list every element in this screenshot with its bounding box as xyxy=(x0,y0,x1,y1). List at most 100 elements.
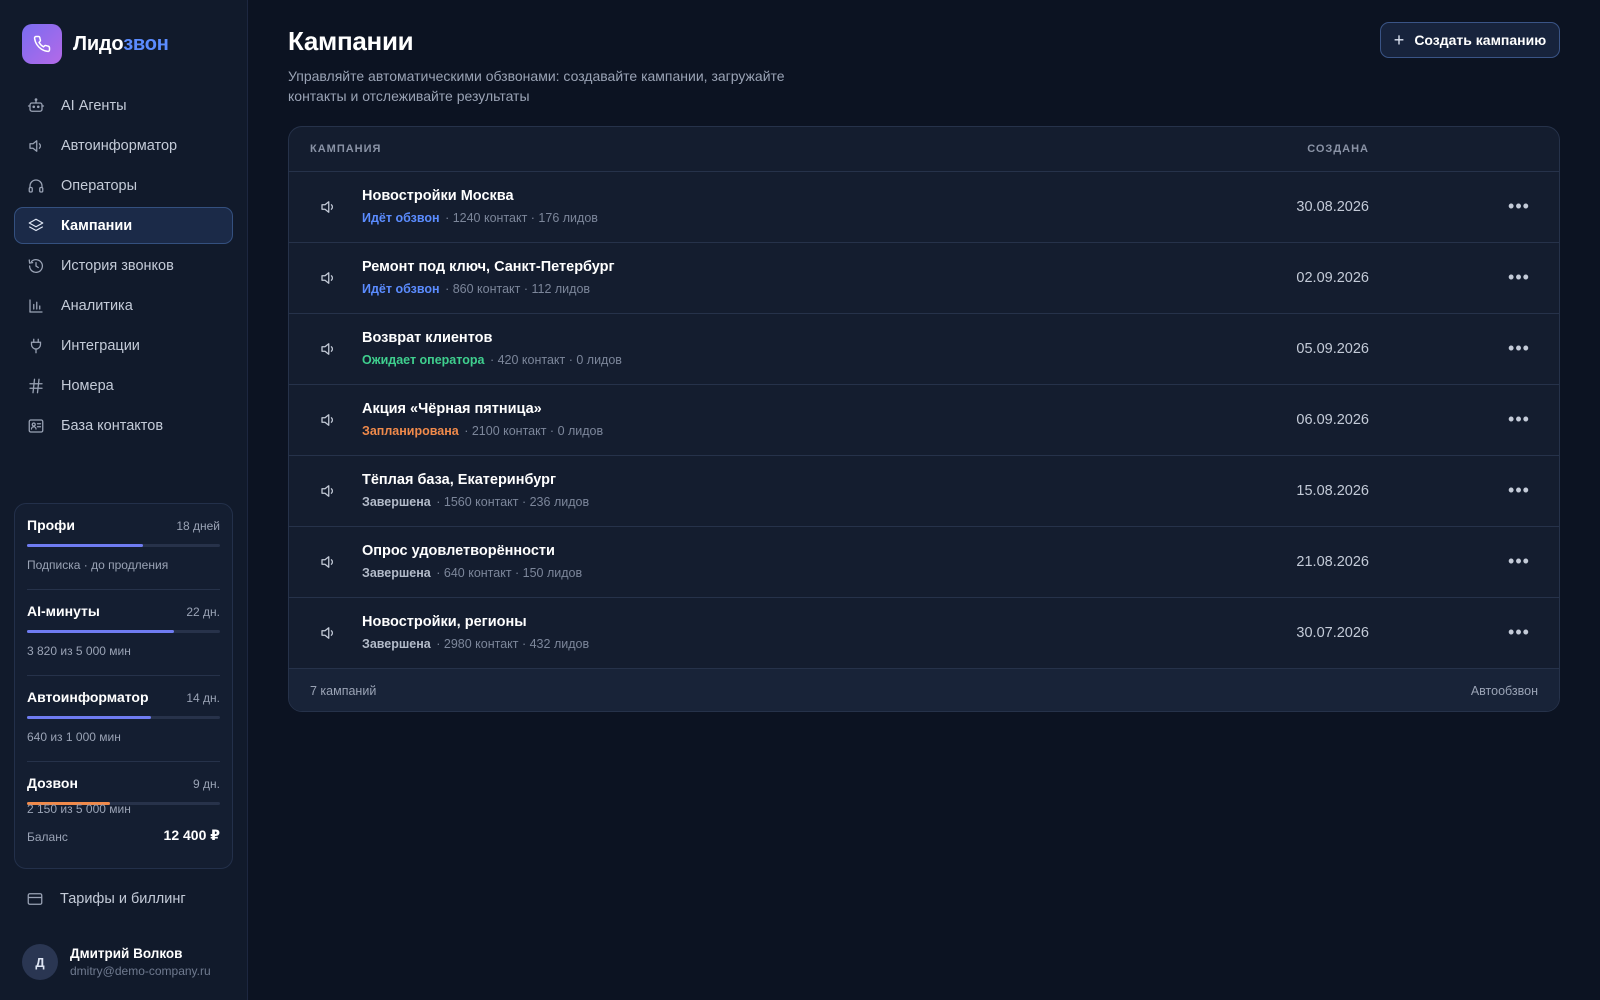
campaign-name: Новостройки Москва xyxy=(362,188,514,204)
usage-ai-minutes: AI-минуты 22 дн. 3 820 из 5 000 мин xyxy=(27,590,220,676)
more-options-icon[interactable]: ••• xyxy=(1507,620,1531,644)
table-row[interactable]: Возврат клиентов Ожидает оператора · 420… xyxy=(289,314,1559,385)
table-row[interactable]: Ремонт под ключ, Санкт-Петербург Идёт об… xyxy=(289,243,1559,314)
campaign-created-date: 06.09.2026 xyxy=(1296,412,1369,428)
sidebar-item-billing[interactable]: Тарифы и биллинг xyxy=(14,880,233,917)
campaign-status: Завершена xyxy=(362,566,431,580)
robot-icon xyxy=(26,96,46,116)
sidebar: Лидозвон AI Агенты Автоинформатор Операт… xyxy=(0,0,248,1000)
phone-logo-icon xyxy=(22,24,62,64)
page-title: Кампании xyxy=(288,26,414,56)
table-row[interactable]: Тёплая база, Екатеринбург Завершена · 15… xyxy=(289,456,1559,527)
contact-card-icon xyxy=(26,416,46,436)
usage-name: Профи xyxy=(27,517,76,533)
usage-days: 14 дн. xyxy=(186,691,220,705)
campaign-created-date: 02.09.2026 xyxy=(1296,270,1369,286)
sidebar-item-label: Интеграции xyxy=(61,337,140,354)
campaign-created-date: 15.08.2026 xyxy=(1296,483,1369,499)
sidebar-item-label: История звонков xyxy=(61,257,174,274)
more-options-icon[interactable]: ••• xyxy=(1507,549,1531,573)
speaker-icon xyxy=(26,136,46,156)
campaign-created-date: 21.08.2026 xyxy=(1296,554,1369,570)
sidebar-item-label: Аналитика xyxy=(61,297,133,314)
brand[interactable]: Лидозвон xyxy=(22,24,169,64)
sidebar-item-integrations[interactable]: Интеграции xyxy=(14,327,233,364)
user-name: Дмитрий Волков xyxy=(70,946,183,961)
more-options-icon[interactable]: ••• xyxy=(1507,407,1531,431)
speaker-icon xyxy=(319,411,337,429)
speaker-icon xyxy=(319,482,337,500)
create-campaign-button[interactable]: + Создать кампанию xyxy=(1380,22,1560,58)
campaign-stats: · 420 контакт · 0 лидов xyxy=(489,353,622,367)
history-icon xyxy=(26,256,46,276)
credit-card-icon xyxy=(25,889,45,909)
campaigns-table: КАМПАНИЯ СОЗДАНА Новостройки Москва Идёт… xyxy=(288,126,1560,712)
sidebar-item-analytics[interactable]: Аналитика xyxy=(14,287,233,324)
more-options-icon[interactable]: ••• xyxy=(1507,194,1531,218)
sidebar-item-label: Тарифы и биллинг xyxy=(60,890,186,907)
table-row[interactable]: Новостройки Москва Идёт обзвон · 1240 ко… xyxy=(289,172,1559,243)
brand-name-part1: Лидо xyxy=(73,32,124,55)
sidebar-item-label: Операторы xyxy=(61,177,138,194)
bar-chart-icon xyxy=(26,296,46,316)
sidebar-item-call-history[interactable]: История звонков xyxy=(14,247,233,284)
table-row[interactable]: Новостройки, регионы Завершена · 2980 ко… xyxy=(289,598,1559,669)
campaign-name: Опрос удовлетворённости xyxy=(362,543,555,559)
usage-days: 9 дн. xyxy=(193,777,220,791)
usage-progress-fill xyxy=(27,630,175,633)
column-header-campaign: КАМПАНИЯ xyxy=(310,143,382,155)
more-options-icon[interactable]: ••• xyxy=(1507,336,1531,360)
table-row[interactable]: Акция «Чёрная пятница» Запланирована · 2… xyxy=(289,385,1559,456)
campaign-meta: Идёт обзвон · 1240 контакт · 176 лидов xyxy=(362,211,598,225)
speaker-icon xyxy=(319,269,337,287)
table-header: КАМПАНИЯ СОЗДАНА xyxy=(289,127,1559,172)
usage-name: AI-минуты xyxy=(27,603,100,619)
more-options-icon[interactable]: ••• xyxy=(1507,478,1531,502)
more-options-icon[interactable]: ••• xyxy=(1507,265,1531,289)
usage-progress-bar xyxy=(27,716,220,719)
layers-icon xyxy=(26,216,46,236)
sidebar-item-campaigns[interactable]: Кампании xyxy=(14,207,233,244)
sidebar-item-label: AI Агенты xyxy=(61,97,127,114)
campaign-status: Идёт обзвон xyxy=(362,211,440,225)
usage-name: Автоинформатор xyxy=(27,689,149,705)
user-info: Дмитрий Волков dmitry@demo-company.ru xyxy=(70,946,211,978)
campaign-status: Завершена xyxy=(362,495,431,509)
campaign-stats: · 640 контакт · 150 лидов xyxy=(436,566,583,580)
campaign-stats: · 2980 контакт · 432 лидов xyxy=(436,637,590,651)
campaign-meta: Завершена · 2980 контакт · 432 лидов xyxy=(362,637,589,651)
campaign-name: Возврат клиентов xyxy=(362,330,493,346)
campaign-meta: Идёт обзвон · 860 контакт · 112 лидов xyxy=(362,282,590,296)
campaign-stats: · 860 контакт · 112 лидов xyxy=(445,282,591,296)
campaign-meta: Ожидает оператора · 420 контакт · 0 лидо… xyxy=(362,353,622,367)
speaker-icon xyxy=(319,553,337,571)
campaign-stats: · 2100 контакт · 0 лидов xyxy=(464,424,604,438)
table-row[interactable]: Опрос удовлетворённости Завершена · 640 … xyxy=(289,527,1559,598)
usage-autoinformer: Автоинформатор 14 дн. 640 из 1 000 мин xyxy=(27,676,220,762)
sidebar-item-contacts[interactable]: База контактов xyxy=(14,407,233,444)
plus-icon: + xyxy=(1393,30,1405,50)
page-subtitle: Управляйте автоматическими обзвонами: со… xyxy=(288,68,785,104)
sidebar-nav: AI Агенты Автоинформатор Операторы Кампа… xyxy=(14,87,233,447)
usage-days: 18 дней xyxy=(176,519,220,533)
sidebar-item-label: Кампании xyxy=(61,217,133,234)
sidebar-item-label: Номера xyxy=(61,377,114,394)
sidebar-item-numbers[interactable]: Номера xyxy=(14,367,233,404)
usage-progress-bar xyxy=(27,544,220,547)
user-profile[interactable]: Д Дмитрий Волков dmitry@demo-company.ru xyxy=(22,944,211,980)
campaign-status: Завершена xyxy=(362,637,431,651)
balance-value: 12 400 ₽ xyxy=(163,827,220,843)
sidebar-item-label: База контактов xyxy=(61,417,164,434)
brand-name-part2: звон xyxy=(123,32,169,55)
campaign-status: Идёт обзвон xyxy=(362,282,440,296)
campaign-created-date: 30.08.2026 xyxy=(1296,199,1369,215)
usage-sub: 640 из 1 000 мин xyxy=(27,730,121,744)
campaign-name: Тёплая база, Екатеринбург xyxy=(362,472,557,488)
create-campaign-label: Создать кампанию xyxy=(1414,32,1547,48)
campaign-created-date: 05.09.2026 xyxy=(1296,341,1369,357)
usage-sub: 2 150 из 5 000 мин xyxy=(27,802,131,816)
sidebar-item-operators[interactable]: Операторы xyxy=(14,167,233,204)
sidebar-item-ai-agents[interactable]: AI Агенты xyxy=(14,87,233,124)
sidebar-item-autoinformer[interactable]: Автоинформатор xyxy=(14,127,233,164)
campaign-meta: Завершена · 1560 контакт · 236 лидов xyxy=(362,495,589,509)
